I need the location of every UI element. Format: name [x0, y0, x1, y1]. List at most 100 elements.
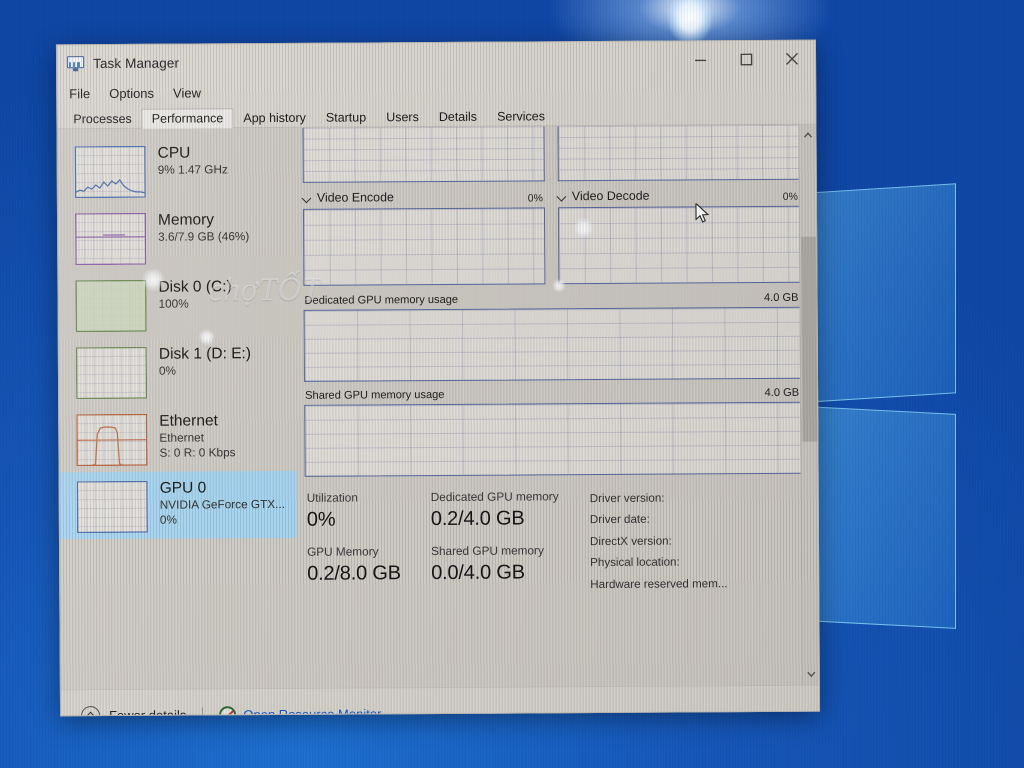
windows-logo-pane-top [806, 183, 956, 403]
video-encode-percent: 0% [527, 191, 543, 204]
close-button[interactable] [769, 41, 815, 77]
dedicated-gpu-memory-plot [303, 306, 802, 382]
chevron-down-icon[interactable] [558, 192, 567, 201]
stat-gpu-memory-caption: GPU Memory [307, 543, 379, 559]
tab-app-history[interactable]: App history [233, 108, 316, 129]
tab-users[interactable]: Users [376, 107, 429, 127]
driver-date-label: Driver date: [589, 512, 650, 527]
tm-body: CPU 9% 1.47 GHz Memory 3.6/7.9 GB (46%) … [57, 124, 819, 690]
top-graph-right [557, 124, 800, 182]
video-encode-plot [302, 206, 546, 286]
open-resource-monitor-label: Open Resource Monitor [243, 706, 382, 717]
video-decode-percent: 0% [782, 190, 798, 203]
fewer-details-button[interactable]: Fewer details [80, 706, 187, 717]
physical-location-label: Physical location: [590, 555, 680, 570]
resource-monitor-icon [219, 706, 237, 717]
video-decode-plot [557, 205, 801, 284]
sidebar-item-disk1-label: Disk 1 (D: E:) [158, 345, 252, 363]
sidebar-item-disk0-detail: 100% [158, 296, 189, 311]
video-graph-row: Video Encode 0% Video Decode 0% [302, 185, 801, 286]
fewer-details-label: Fewer details [109, 707, 187, 717]
scroll-down-arrow-icon[interactable] [803, 666, 819, 683]
sidebar-item-ethernet-label: Ethernet [159, 412, 218, 430]
shared-gpu-memory-section: Shared GPU memory usage 4.0 GB [304, 383, 802, 477]
maximize-button[interactable] [723, 41, 769, 77]
stat-shared-gpu-memory-caption: Shared GPU memory [431, 542, 544, 558]
sidebar-item-gpu0[interactable]: GPU 0 NVIDIA GeForce GTX... 0% [59, 470, 297, 540]
stat-dedicated-gpu-memory-value: 0.2/4.0 GB [430, 506, 525, 530]
top-graph-left-plot [302, 126, 545, 183]
shared-gpu-memory-label: Shared GPU memory usage [305, 388, 445, 402]
window-title: Task Manager [93, 55, 180, 71]
stat-utilization-value: 0% [306, 508, 336, 531]
tab-startup[interactable]: Startup [316, 107, 376, 127]
sidebar-item-disk1[interactable]: Disk 1 (D: E:) 0% [59, 337, 296, 405]
task-manager-window: Task Manager File Options View Processes [55, 39, 821, 717]
sidebar-item-disk0-label: Disk 0 (C:) [158, 278, 232, 296]
cpu-thumbnail [74, 145, 146, 199]
sidebar-item-memory[interactable]: Memory 3.6/7.9 GB (46%) [58, 203, 295, 271]
video-encode-label: Video Encode [316, 190, 394, 205]
dedicated-gpu-memory-section: Dedicated GPU memory usage 4.0 GB [303, 288, 802, 382]
task-manager-icon [67, 55, 85, 71]
sidebar-item-gpu0-detail2: 0% [159, 512, 177, 527]
gpu-stats: Utilization 0% GPU Memory 0.2/8.0 GB Ded… [305, 473, 803, 597]
menu-file[interactable]: File [69, 86, 90, 101]
stat-gpu-memory: GPU Memory 0.2/8.0 GB [307, 543, 431, 587]
memory-thumbnail [74, 212, 147, 266]
sidebar-item-ethernet[interactable]: Ethernet Ethernet S: 0 R: 0 Kbps [59, 404, 296, 472]
driver-info-column: Driver version: Driver date: DirectX ver… [588, 487, 728, 596]
disk1-thumbnail [75, 346, 148, 400]
minimize-button[interactable] [677, 41, 723, 77]
window-controls [677, 41, 815, 78]
chevron-down-icon[interactable] [303, 193, 312, 202]
sidebar-item-cpu[interactable]: CPU 9% 1.47 GHz [58, 136, 295, 204]
footer-separator [202, 707, 204, 717]
stat-shared-gpu-memory: Shared GPU memory 0.0/4.0 GB [431, 542, 588, 586]
top-graph-row [302, 124, 800, 183]
disk0-thumbnail [75, 279, 147, 333]
sidebar-item-memory-detail: 3.6/7.9 GB (46%) [158, 229, 250, 244]
title-bar: Task Manager [56, 40, 816, 82]
open-resource-monitor-link[interactable]: Open Resource Monitor [219, 705, 382, 717]
video-encode-header[interactable]: Video Encode 0% [303, 186, 545, 208]
dedicated-gpu-memory-label: Dedicated GPU memory usage [304, 293, 459, 307]
stat-dedicated-gpu-memory-caption: Dedicated GPU memory [430, 488, 559, 504]
resource-sidebar: CPU 9% 1.47 GHz Memory 3.6/7.9 GB (46%) … [57, 127, 298, 690]
sidebar-item-gpu0-label: GPU 0 [159, 479, 207, 497]
chevron-up-icon [80, 706, 101, 717]
footer-bar: Fewer details Open Resource Monitor [60, 684, 820, 717]
vertical-scrollbar[interactable] [798, 124, 819, 685]
gpu-detail-panel: Video Encode 0% Video Decode 0% Dedicate… [294, 124, 819, 688]
sidebar-item-disk0[interactable]: Disk 0 (C:) 100% [58, 270, 295, 338]
scroll-up-arrow-icon[interactable] [799, 127, 815, 144]
sidebar-item-cpu-label: CPU [157, 144, 191, 162]
video-decode-label: Video Decode [571, 188, 650, 204]
tab-performance[interactable]: Performance [141, 108, 234, 129]
menu-options[interactable]: Options [109, 86, 154, 101]
shared-gpu-memory-max: 4.0 GB [764, 386, 800, 399]
tab-details[interactable]: Details [429, 107, 487, 127]
stat-gpu-memory-value: 0.2/8.0 GB [307, 561, 401, 585]
top-graph-right-plot [557, 124, 800, 182]
ethernet-thumbnail [76, 413, 148, 467]
driver-version-label: Driver version: [589, 491, 665, 505]
sidebar-item-memory-label: Memory [157, 211, 215, 229]
stat-utilization-caption: Utilization [306, 489, 358, 505]
screen-glare [668, 0, 712, 44]
windows-logo-pane-bottom [806, 406, 956, 629]
sidebar-item-cpu-detail: 9% 1.47 GHz [157, 162, 228, 177]
sidebar-item-ethernet-detail: Ethernet [159, 430, 205, 445]
tab-processes[interactable]: Processes [63, 109, 141, 129]
sidebar-item-disk1-detail: 0% [158, 363, 177, 378]
video-decode-header[interactable]: Video Decode 0% [558, 185, 800, 207]
scrollbar-thumb[interactable] [801, 236, 818, 442]
tab-services[interactable]: Services [487, 106, 555, 126]
stat-shared-gpu-memory-value: 0.0/4.0 GB [431, 560, 525, 584]
desktop-background: Task Manager File Options View Processes [0, 0, 1024, 768]
gpu0-thumbnail [76, 480, 148, 534]
stats-column-1: Utilization 0% GPU Memory 0.2/8.0 GB [307, 489, 432, 598]
menu-view[interactable]: View [173, 85, 201, 100]
hardware-reserved-memory-label: Hardware reserved mem... [590, 576, 728, 591]
video-decode-box: Video Decode 0% [557, 185, 801, 284]
